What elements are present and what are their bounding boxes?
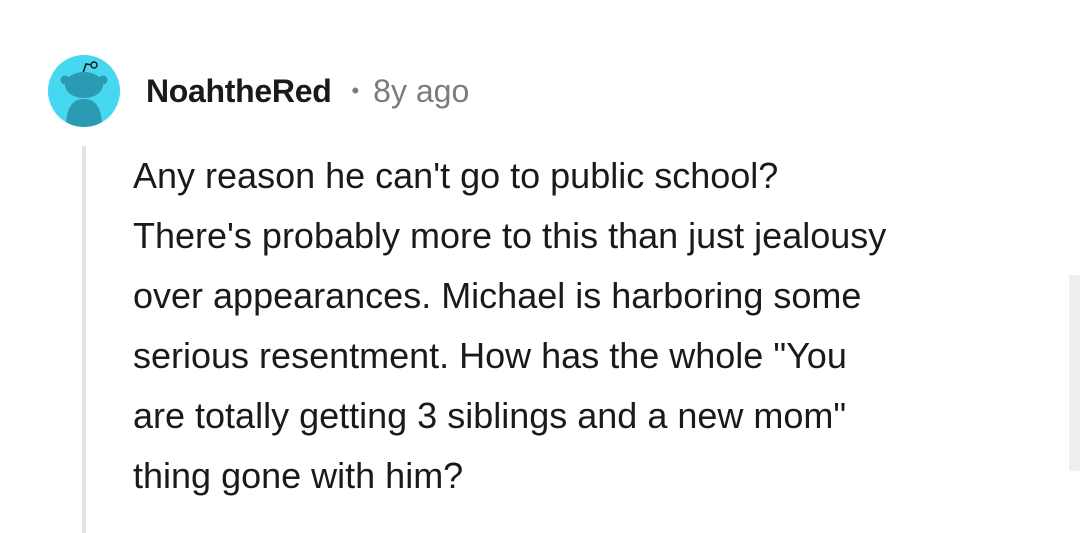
username-link[interactable]: NoahtheRed [146, 73, 332, 110]
comment-body-line: There's probably more to this than just … [133, 215, 887, 256]
comment-body-line: thing gone with him? [133, 455, 464, 496]
comment-body-line: Any reason he can't go to public school? [133, 155, 779, 196]
comment-body-line: serious resentment. How has the whole "Y… [133, 335, 847, 376]
comment-body: Any reason he can't go to public school?… [133, 146, 1033, 506]
thread-collapse-line[interactable] [82, 146, 86, 533]
comment-body-line: over appearances. Michael is harboring s… [133, 275, 862, 316]
reddit-snoo-avatar-icon[interactable] [48, 55, 120, 127]
comment-header: NoahtheRed • 8y ago [146, 68, 469, 114]
comment-container: NoahtheRed • 8y ago Any reason he can't … [0, 0, 1080, 533]
timestamp[interactable]: 8y ago [373, 73, 469, 110]
scrollbar-thumb[interactable] [1069, 275, 1080, 471]
comment-body-line: are totally getting 3 siblings and a new… [133, 395, 847, 436]
separator-dot: • [351, 78, 360, 103]
